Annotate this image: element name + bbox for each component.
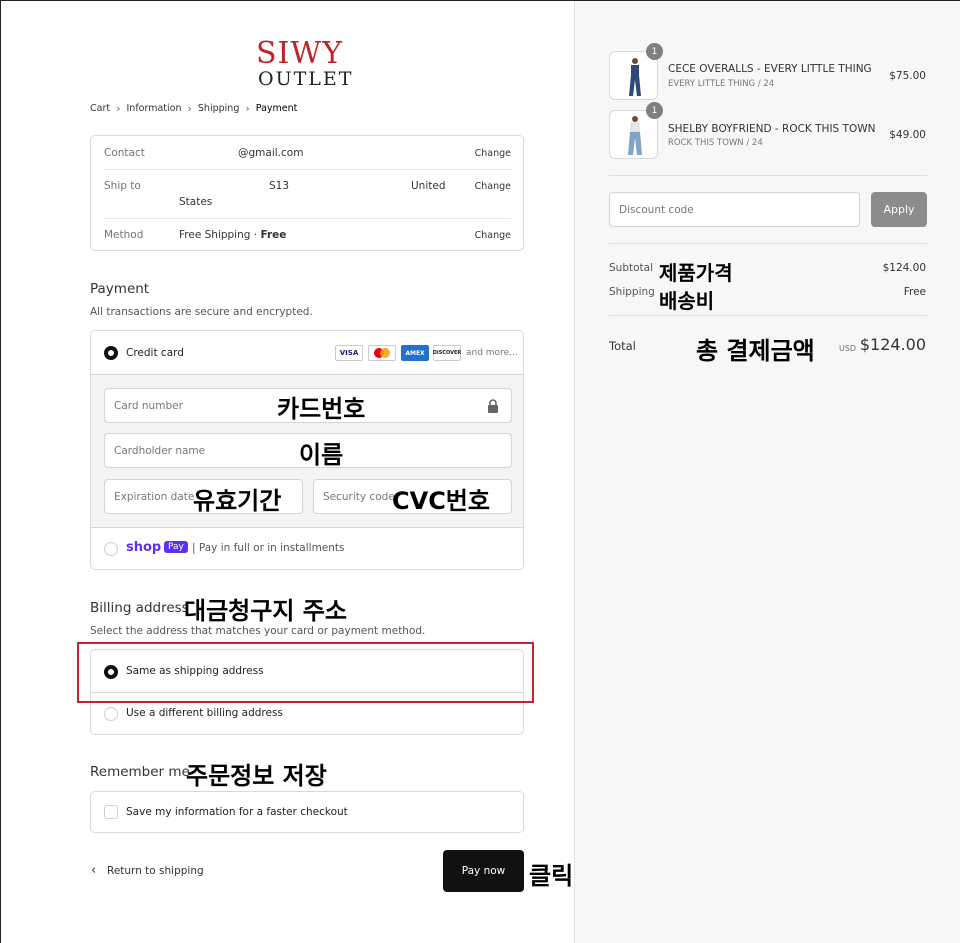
quantity-badge: 1 (646, 43, 663, 60)
annotation-total: 총 결제금액 (696, 337, 815, 365)
subtotal-value: $124.00 (882, 262, 926, 274)
shop-pay-logo: shop (126, 540, 162, 555)
visa-icon: VISA (335, 345, 363, 361)
total-label: Total (609, 339, 636, 353)
breadcrumb-payment: Payment (255, 103, 298, 114)
chevron-right-icon: › (187, 102, 192, 115)
annotation-subtotal: 제품가격 (659, 261, 733, 285)
expiration-placeholder: Expiration date (114, 491, 195, 503)
method-value: Free Shipping · Free (179, 229, 286, 241)
contact-value: @gmail.com (238, 147, 304, 159)
different-address-radio[interactable] (104, 707, 118, 721)
discover-icon: DISCOVER (433, 345, 461, 361)
brand-logo-siwy[interactable]: SIWY (256, 39, 343, 69)
shop-pay-text: | Pay in full or in installments (192, 542, 345, 554)
chevron-right-icon: › (116, 102, 121, 115)
credit-card-radio[interactable] (104, 346, 118, 360)
product-variant: ROCK THIS TOWN / 24 (668, 138, 763, 148)
amex-icon: AMEX (401, 345, 429, 361)
change-address-link[interactable]: Change (475, 181, 511, 192)
contact-label: Contact (104, 147, 145, 159)
annotation-cvc: CVC번호 (392, 487, 490, 515)
breadcrumb: Cart › Information › Shipping › Payment (90, 102, 297, 115)
annotation-name: 이름 (299, 441, 344, 469)
credit-card-label: Credit card (126, 347, 184, 359)
lock-icon (488, 399, 498, 413)
shipping-value: Free (903, 286, 926, 298)
ship-to-country: United (411, 180, 446, 192)
chevron-left-icon[interactable]: ‹ (91, 863, 96, 878)
product-name: SHELBY BOYFRIEND - ROCK THIS TOWN (668, 123, 876, 135)
change-contact-link[interactable]: Change (475, 148, 511, 159)
annotation-expiry: 유효기간 (193, 487, 282, 515)
ship-to-label: Ship to (104, 180, 141, 192)
change-method-link[interactable]: Change (475, 230, 511, 241)
remember-title: Remember me (90, 764, 190, 780)
ship-to-address: S13 (269, 180, 290, 192)
and-more-text: and more... (466, 348, 518, 358)
payment-title: Payment (90, 281, 150, 297)
method-label: Method (104, 229, 144, 241)
annotation-shipping: 배송비 (659, 289, 715, 313)
annotation-click: 클릭 (529, 862, 574, 890)
product-price: $49.00 (889, 129, 926, 141)
pay-now-button[interactable]: Pay now (443, 850, 524, 892)
divider (103, 169, 511, 170)
method-name: Free Shipping · (179, 229, 261, 241)
divider (609, 243, 927, 244)
total-value: $124.00 (859, 335, 926, 354)
remember-box: Save my information for a faster checkou… (90, 791, 524, 833)
checkout-main: SIWY OUTLET Cart › Information › Shippin… (1, 1, 574, 943)
quantity-badge: 1 (646, 102, 663, 119)
currency-label: USD (839, 344, 857, 353)
annotation-remember: 주문정보 저장 (186, 762, 327, 790)
product-name: CECE OVERALLS - EVERY LITTLE THING (668, 63, 872, 75)
shop-pay-badge: Pay (164, 541, 188, 553)
cardholder-placeholder: Cardholder name (114, 445, 206, 457)
divider (609, 315, 927, 316)
chevron-right-icon: › (245, 102, 250, 115)
card-number-placeholder: Card number (114, 400, 183, 412)
save-info-label[interactable]: Save my information for a faster checkou… (126, 806, 348, 818)
annotation-billing: 대금청구지 주소 (184, 597, 347, 625)
divider (103, 218, 511, 219)
product-variant: EVERY LITTLE THING / 24 (668, 79, 775, 89)
breadcrumb-information[interactable]: Information (127, 103, 182, 114)
security-code-placeholder: Security code (323, 491, 395, 503)
brand-logo-outlet[interactable]: OUTLET (258, 69, 353, 89)
annotation-card-number: 카드번호 (277, 395, 366, 423)
mastercard-icon (368, 345, 396, 361)
ship-to-country-cont: States (179, 196, 213, 208)
apply-discount-button[interactable]: Apply (871, 192, 927, 227)
shipping-label: Shipping (609, 286, 655, 298)
breadcrumb-shipping[interactable]: Shipping (198, 103, 239, 114)
different-address-label[interactable]: Use a different billing address (126, 707, 283, 719)
save-info-checkbox[interactable] (104, 805, 118, 819)
divider (609, 175, 927, 176)
product-price: $75.00 (889, 70, 926, 82)
breadcrumb-cart[interactable]: Cart (90, 103, 110, 114)
payment-subtitle: All transactions are secure and encrypte… (90, 306, 313, 318)
subtotal-label: Subtotal (609, 262, 653, 274)
highlight-box (77, 642, 534, 703)
discount-code-input[interactable]: Discount code (609, 192, 860, 227)
order-summary-sidebar: 1 CECE OVERALLS - EVERY LITTLE THING EVE… (574, 1, 960, 943)
order-review-box: Contact @gmail.com Change Ship to S13 Un… (90, 135, 524, 251)
shop-pay-radio[interactable] (104, 542, 118, 556)
method-price: Free (260, 229, 287, 241)
billing-subtitle: Select the address that matches your car… (90, 625, 426, 637)
billing-title: Billing address (90, 600, 189, 616)
return-to-shipping-link[interactable]: Return to shipping (107, 865, 204, 877)
discount-placeholder: Discount code (619, 204, 694, 216)
